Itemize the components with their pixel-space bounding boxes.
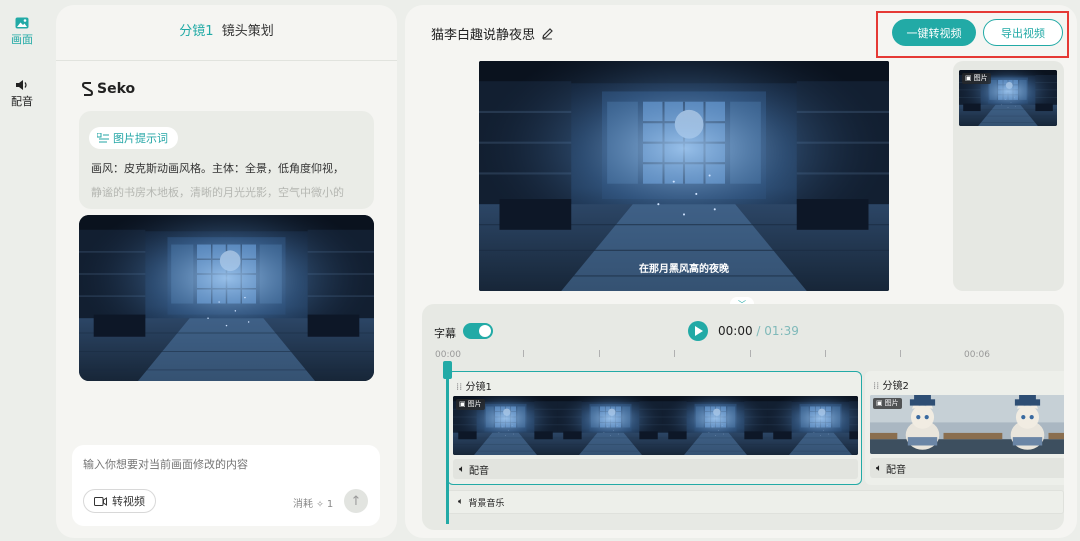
ruler-label-start: 00:00 (435, 350, 461, 360)
image-tag: ▣ 图片 (873, 398, 902, 409)
clip-frame (663, 396, 768, 455)
arrow-up-icon: ↑ (350, 493, 362, 509)
clip-frame (558, 396, 663, 455)
panel-header: 分镜1 镜头策划 (56, 5, 397, 61)
bgm-label: 背景音乐 (468, 498, 505, 509)
clip-voiceover-track[interactable]: 🔈︎ 配音 (453, 459, 858, 479)
image-prompt-tag[interactable]: 图片提示词 (89, 127, 178, 149)
speaker-icon: 🔈︎ (876, 462, 882, 474)
to-video-button[interactable]: 转视频 (83, 489, 156, 513)
brand-logo: Seko (82, 81, 135, 97)
clip-voiceover-track[interactable]: 🔈︎ 配音 (870, 458, 1064, 478)
shot-label: 分镜1 (179, 24, 214, 39)
editor-panel: 猫李白趣说静夜思 一键转视频 导出视频 在那月黑风高的夜晚 ▣ 图片 ﹀ 字幕 … (405, 5, 1077, 538)
moonlit-room-image (479, 61, 889, 291)
image-tag-label: 图片 (973, 74, 988, 82)
moonlit-room-image (79, 215, 374, 381)
clip-name: ⁞⁞ 分镜2 (873, 377, 909, 392)
moonlit-room-image (768, 396, 858, 455)
main-preview-image[interactable]: 在那月黑风高的夜晚 (479, 61, 889, 291)
sidebar-item-label: 画面 (11, 33, 33, 46)
export-video-button[interactable]: 导出视频 (983, 19, 1063, 46)
sidebar-item-image[interactable]: 画面 (0, 17, 44, 47)
clip-frames: ▣ 图片 (870, 395, 1064, 454)
voiceover-label: 配音 (469, 465, 489, 477)
to-video-label: 转视频 (112, 495, 145, 508)
project-title-text: 猫李白趣说静夜思 (431, 28, 536, 43)
shot-planning-panel: 分镜1 镜头策划 Seko 图片提示词 画风：皮克斯动画风格。主体：全景，低角度… (56, 5, 397, 538)
clip-name-text: 分镜1 (465, 382, 492, 393)
timeline-panel: 字幕 00:00 / 01:39 00:00 00:06 ⁞⁞ 分镜1 ▣ 图片… (422, 304, 1064, 530)
edit-prompt-input[interactable] (83, 458, 363, 471)
shot-preview-image[interactable] (79, 215, 374, 381)
sidebar-item-label: 配音 (11, 95, 33, 108)
ruler-tick (599, 350, 600, 357)
cost-indicator: 消耗 ✧ 1 (293, 495, 333, 510)
send-button[interactable]: ↑ (344, 489, 368, 513)
cost-value: 1 (326, 499, 334, 510)
ruler-label-mark: 00:06 (964, 350, 990, 360)
drag-handle-icon[interactable]: ⁞⁞ (456, 382, 462, 393)
shot-thumbnail-list: ▣ 图片 (953, 61, 1064, 291)
current-time: 00:00 (718, 324, 753, 338)
image-icon (15, 17, 29, 29)
image-badge-icon: ▣ (876, 399, 883, 407)
image-badge-icon: ▣ (965, 74, 972, 82)
image-tag: ▣ 图片 (456, 399, 485, 410)
ruler-tick (900, 350, 901, 357)
clip-name-text: 分镜2 (882, 381, 909, 392)
prompt-tag-label: 图片提示词 (113, 132, 168, 145)
image-tag-label: 图片 (884, 399, 899, 407)
moonlit-room-image (663, 396, 768, 455)
clip-frame (768, 396, 858, 455)
total-time: 01:39 (764, 324, 799, 338)
cat-scholar-image (975, 395, 1064, 454)
time-display: 00:00 / 01:39 (718, 324, 799, 338)
moonlit-room-image (558, 396, 663, 455)
ruler-tick (825, 350, 826, 357)
video-camera-icon (94, 496, 107, 506)
panel-title: 镜头策划 (221, 24, 274, 39)
playhead-handle[interactable] (443, 361, 452, 379)
clip-name: ⁞⁞ 分镜1 (456, 378, 492, 393)
timeline-clip[interactable]: ⁞⁞ 分镜1 ▣ 图片 🔈︎ 配音 (447, 371, 862, 485)
prompt-text: 画风：皮克斯动画风格。主体：全景，低角度仰视， (91, 162, 344, 175)
playhead-line (446, 362, 449, 524)
background-music-track[interactable]: 🔈︎ 背景音乐 (447, 490, 1064, 514)
shot-thumbnail[interactable]: ▣ 图片 (959, 70, 1057, 126)
image-badge-icon: ▣ (459, 400, 466, 408)
edit-pencil-icon[interactable] (541, 27, 554, 40)
image-prompt-card[interactable]: 图片提示词 画风：皮克斯动画风格。主体：全景，低角度仰视， 静谧的书房木地板，清… (79, 111, 374, 209)
time-separator: / (756, 324, 761, 338)
speaker-icon: 🔈︎ (458, 497, 464, 507)
clip-frames: ▣ 图片 (453, 396, 858, 455)
speaker-icon: 🔈︎ (459, 463, 465, 475)
ruler-tick (674, 350, 675, 357)
ruler-tick (750, 350, 751, 357)
prompt-text-faded: 静谧的书房木地板，清晰的月光光影，空气中微小的 (91, 186, 344, 199)
subtitle-toggle-label: 字幕 (434, 327, 456, 340)
timeline-clip[interactable]: ⁞⁞ 分镜2 ▣ 图片 🔈︎ 配音 (865, 371, 1064, 485)
image-tag-label: 图片 (467, 400, 482, 408)
subtitle-toggle[interactable] (463, 323, 493, 339)
project-title: 猫李白趣说静夜思 (431, 24, 554, 43)
sparkle-icon: ✧ (316, 500, 324, 510)
edit-input-box: 转视频 消耗 ✧ 1 ↑ (72, 445, 380, 526)
drag-handle-icon[interactable]: ⁞⁞ (873, 381, 879, 392)
sidebar-item-voice[interactable]: 配音 (0, 79, 44, 109)
clip-frame (975, 395, 1064, 454)
prompt-list-icon (97, 133, 109, 143)
one-click-to-video-button[interactable]: 一键转视频 (892, 19, 976, 46)
play-button[interactable] (688, 321, 708, 341)
sidebar-rail: 画面 配音 (0, 0, 44, 541)
ruler-tick (523, 350, 524, 357)
speaker-icon (16, 80, 27, 90)
voiceover-label: 配音 (886, 464, 906, 476)
image-tag: ▣ 图片 (962, 73, 991, 84)
cost-label: 消耗 (293, 499, 313, 510)
seko-logo-icon (82, 82, 93, 96)
subtitle-overlay: 在那月黑风高的夜晚 (639, 264, 729, 275)
brand-name: Seko (97, 81, 136, 97)
